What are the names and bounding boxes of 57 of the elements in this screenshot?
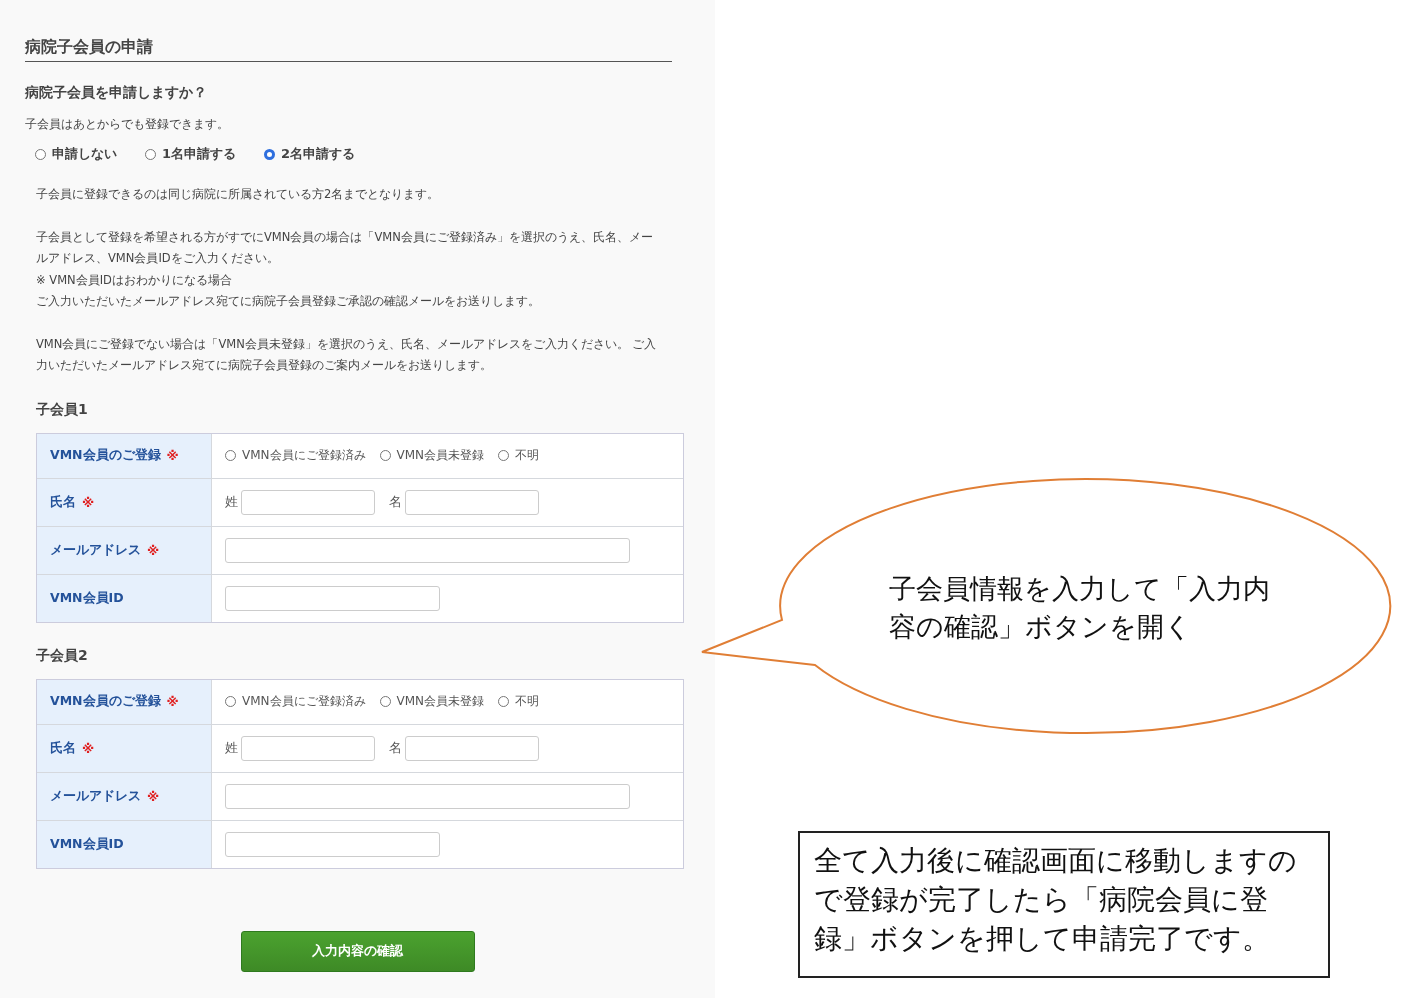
radio-button[interactable] [379, 696, 391, 707]
radio-label[interactable]: VMN会員未登録 [396, 693, 485, 710]
name-part-label: 姓 [225, 739, 238, 757]
radio-label[interactable]: 申請しない [52, 145, 117, 163]
field-label: メールアドレス [50, 541, 141, 559]
section-title: 病院子会員の申請 [25, 37, 672, 62]
name-part-label: 名 [389, 739, 402, 757]
note-text: ※ VMN会員IDはおわかりになる場合 [36, 271, 233, 289]
radio-button[interactable] [379, 450, 391, 461]
radio-button[interactable] [35, 148, 46, 160]
radio-label[interactable]: 不明 [515, 693, 540, 710]
required-mark: ※ [147, 542, 160, 558]
radio-label[interactable]: VMN会員にご登録済み [242, 447, 366, 464]
name-part-label: 名 [389, 493, 402, 511]
name-input[interactable] [241, 489, 375, 515]
radio-label[interactable]: VMN会員にご登録済み [242, 693, 366, 710]
question-text: 病院子会員を申請しますか？ [25, 84, 208, 102]
required-mark: ※ [166, 694, 179, 709]
radio-label[interactable]: 2名申請する [281, 145, 356, 163]
field-label: VMN会員ID [50, 589, 124, 607]
member-title: 子会員2 [36, 646, 89, 665]
field-label: VMN会員ID [50, 835, 124, 853]
name-input[interactable] [241, 735, 375, 761]
hint-text: 子会員はあとからでも登録できます。 [25, 116, 230, 133]
field-label: VMN会員のご登録 [50, 447, 161, 464]
name-input[interactable] [405, 489, 539, 515]
radio-button[interactable] [498, 696, 510, 707]
note-text: ご入力いただいたメールアドレス宛てに病院子会員登録ご承認の確認メールをお送りします。 [36, 293, 541, 310]
field-label: VMN会員のご登録 [50, 693, 161, 710]
radio-label[interactable]: 不明 [515, 447, 540, 464]
member-id-input[interactable] [225, 585, 440, 611]
name-input[interactable] [405, 735, 539, 761]
required-mark: ※ [166, 448, 179, 463]
callout-text: 子会員情報を入力して「入力内容の確認」ボタンを開く [889, 572, 1271, 644]
email-input[interactable] [225, 537, 630, 563]
radio-label[interactable]: VMN会員未登録 [396, 447, 485, 464]
radio-button[interactable] [498, 450, 510, 461]
confirm-button[interactable]: 入力内容の確認 [240, 930, 475, 972]
radio-button[interactable] [225, 696, 236, 707]
radio-button[interactable] [264, 148, 276, 160]
required-mark: ※ [82, 740, 95, 756]
field-label: 氏名 [50, 493, 76, 511]
radio-label[interactable]: 1名申請する [162, 145, 237, 163]
radio-button[interactable] [225, 450, 236, 461]
radio-button[interactable] [145, 148, 156, 160]
required-mark: ※ [147, 788, 160, 804]
note-text: VMN会員にご登録でない場合は「VMN会員未登録」を選択のうえ、氏名、メールアドレスをご入力ください。 ご入力いただいたメールアドレス宛てに病院子会員登録のご案内メールをお送りします。 [36, 335, 658, 374]
field-label: メールアドレス [50, 787, 141, 805]
name-part-label: 姓 [225, 493, 238, 511]
email-input[interactable] [225, 783, 630, 809]
required-mark: ※ [82, 494, 95, 510]
field-label: 氏名 [50, 739, 76, 757]
note-text: 子会員に登録できるのは同じ病院に所属されている方2名までとなります。 [36, 186, 441, 203]
note-text: 子会員として登録を希望される方がすでにVMN会員の場合は「VMN会員にご登録済み」を選択のうえ、氏名、メールアドレス、VMN会員IDをご入力ください。 [36, 228, 654, 267]
member-id-input[interactable] [225, 831, 440, 857]
member-title: 子会員1 [36, 400, 89, 419]
note-box: 全て入力後に確認画面に移動しますので登録が完了したら「病院会員に登録」ボタンを押して申請完了です。 [798, 831, 1330, 978]
